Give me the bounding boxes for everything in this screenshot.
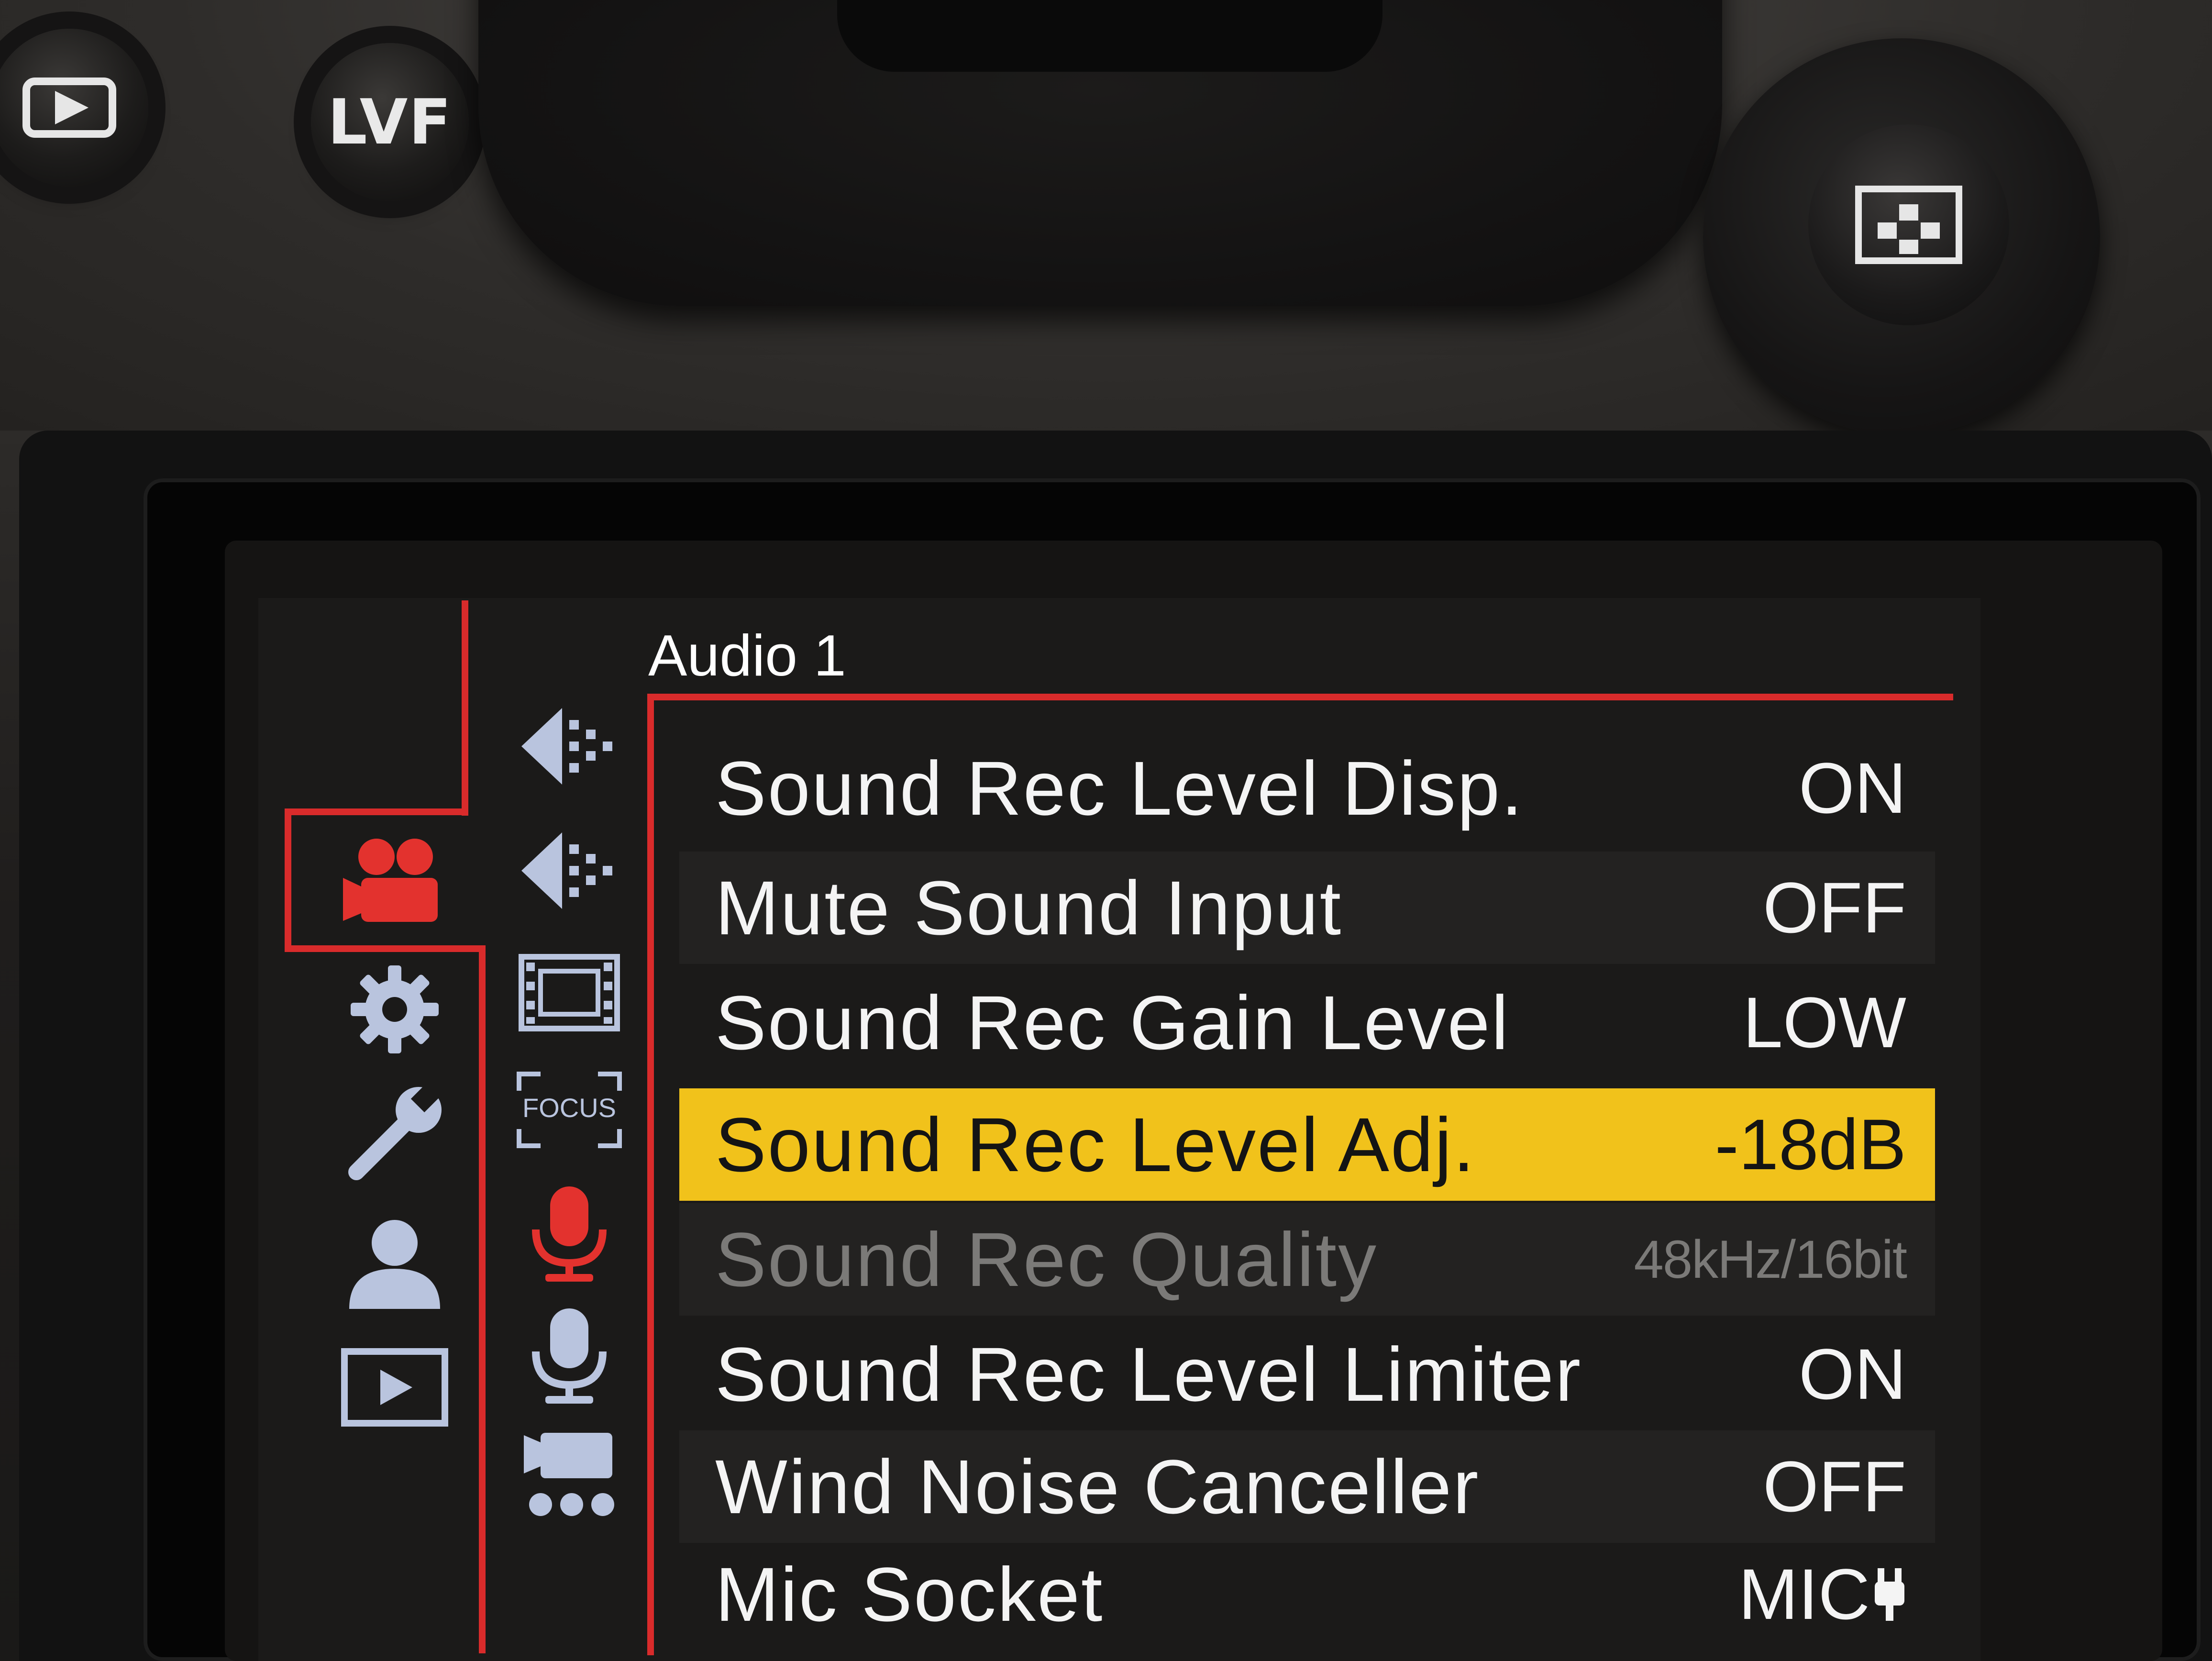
main-tab-video[interactable]: [316, 823, 474, 938]
viewfinder-window: [837, 0, 1382, 72]
sub-tab-film[interactable]: [505, 935, 634, 1050]
menu-item-label: Sound Rec Gain Level: [715, 979, 1510, 1065]
menu-item-sound-rec-level-limiter[interactable]: Sound Rec Level Limiter ON: [679, 1318, 1935, 1430]
menu-item-label: Mic Socket: [715, 1551, 1104, 1637]
main-tab-custom[interactable]: [316, 1206, 474, 1320]
menu-title: Audio 1: [648, 623, 846, 688]
focus-icon: FOCUS: [517, 1072, 622, 1148]
sub-tab-image-quality-2[interactable]: [505, 813, 634, 928]
film-icon: [519, 954, 620, 1031]
sub-tab-image-quality-1[interactable]: [505, 689, 634, 804]
gear-icon: [351, 965, 439, 1053]
microphone-icon-2: [532, 1308, 607, 1404]
focus-icon-text: FOCUS: [522, 1093, 616, 1123]
menu-item-label: Sound Rec Quality: [715, 1216, 1378, 1302]
menu-item-label: Wind Noise Canceller: [715, 1443, 1480, 1529]
menu-item-value: OFF: [1763, 1446, 1906, 1527]
menu-item-value: ON: [1799, 1334, 1906, 1414]
menu-item-label: Sound Rec Level Limiter: [715, 1331, 1582, 1417]
main-tab-active-frame-bottom: [285, 945, 486, 952]
main-tab-divider-top: [462, 600, 468, 816]
menu-item-sound-rec-gain-level[interactable]: Sound Rec Gain Level LOW: [679, 966, 1935, 1079]
video-camera-icon: [343, 839, 438, 922]
sub-tab-audio[interactable]: [505, 1177, 634, 1292]
main-tab-setup[interactable]: [316, 1076, 474, 1191]
lvf-button[interactable]: LVF: [311, 43, 469, 201]
menu-item-sound-rec-level-disp[interactable]: Sound Rec Level Disp. ON: [679, 732, 1935, 844]
menu-item-value: LOW: [1743, 982, 1906, 1063]
wrench-icon: [348, 1082, 442, 1180]
menu-item-value: -18dB: [1714, 1104, 1906, 1185]
main-tab-settings[interactable]: [316, 952, 474, 1067]
menu-item-mute-sound-input[interactable]: Mute Sound Input OFF: [679, 852, 1935, 964]
image-quality-icon-1: [521, 708, 612, 785]
grid-icon: [1855, 186, 1962, 264]
menu-item-wind-noise-canceller[interactable]: Wind Noise Canceller OFF: [679, 1430, 1935, 1543]
main-tab-divider-bottom: [479, 945, 486, 1653]
menu-item-mic-socket[interactable]: Mic Socket MIC: [679, 1538, 1935, 1650]
menu-item-value: 48kHz/16bit: [1634, 1229, 1907, 1289]
microphone-icon: [532, 1186, 607, 1282]
sub-tab-focus[interactable]: FOCUS: [505, 1052, 634, 1167]
menu-item-value: ON: [1799, 748, 1906, 828]
video-others-icon: [524, 1433, 614, 1516]
sub-tab-video-others[interactable]: [505, 1416, 634, 1531]
list-divider-top: [647, 694, 1953, 700]
main-tab-active-frame-top: [285, 808, 468, 815]
menu-item-label: Sound Rec Level Adj.: [715, 1101, 1476, 1187]
sub-tab-audio-2[interactable]: [505, 1299, 634, 1414]
playback-icon: [341, 1348, 448, 1427]
menu-item-sound-rec-level-adj[interactable]: Sound Rec Level Adj. -18dB: [679, 1088, 1935, 1201]
user-icon: [349, 1220, 440, 1309]
plug-icon: [1875, 1568, 1904, 1621]
menu-item-label: Mute Sound Input: [715, 864, 1343, 951]
menu-item-label: Sound Rec Level Disp.: [715, 745, 1524, 831]
main-tab-active-frame-left: [285, 808, 291, 952]
image-quality-icon-2: [521, 832, 612, 909]
main-tab-playback[interactable]: [316, 1330, 474, 1445]
joystick-button[interactable]: [1808, 124, 2009, 325]
menu-item-sound-rec-quality: Sound Rec Quality 48kHz/16bit: [679, 1203, 1935, 1316]
lvf-button-label: LVF: [327, 86, 453, 158]
list-divider-left: [647, 694, 654, 1655]
play-icon: [22, 78, 116, 138]
menu-item-value-wrap: MIC: [1738, 1553, 1906, 1636]
menu-item-value: MIC: [1738, 1554, 1870, 1634]
menu-item-value: OFF: [1763, 867, 1906, 948]
